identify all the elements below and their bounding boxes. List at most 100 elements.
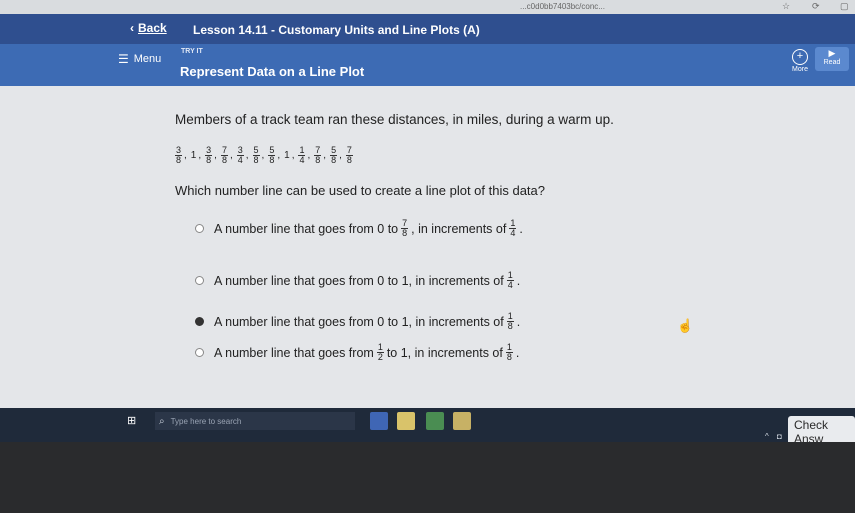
fraction: 12 [376, 343, 384, 362]
data-value: 78 [220, 146, 228, 165]
data-value: 14 [298, 146, 306, 165]
data-list: 38,1,38,78,34,58,58,1,14,78,58,78 [175, 146, 353, 165]
window-icon[interactable]: ▢ [840, 1, 849, 12]
chrome-app-icon[interactable] [426, 412, 444, 430]
chevron-left-icon: ‹ [130, 21, 134, 35]
denominator: 2 [377, 352, 383, 362]
denominator: 8 [221, 155, 227, 165]
option-text-part: , in increments of [411, 221, 507, 236]
radio-button[interactable] [195, 348, 204, 357]
denominator: 8 [402, 228, 408, 238]
fraction: 18 [506, 312, 514, 331]
activity-header: ☰ Menu TRY IT Represent Data on a Line P… [0, 44, 855, 86]
answer-option[interactable]: A number line that goes from 0 to 7 8, in … [195, 219, 523, 238]
data-value: 1 [284, 150, 290, 161]
answer-option[interactable]: A number line that goes from 0 to 1, in … [195, 271, 520, 290]
read-label: Read [823, 59, 841, 66]
data-value: 38 [205, 146, 213, 165]
separator: , [307, 150, 311, 161]
taskbar-search[interactable]: ⌕ Type here to search [155, 412, 355, 430]
data-value: 78 [314, 146, 322, 165]
radio-button[interactable] [195, 317, 204, 326]
separator: , [261, 150, 265, 161]
windows-start-icon[interactable]: ⊞ [127, 414, 139, 427]
denominator: 4 [299, 155, 305, 165]
search-placeholder: Type here to search [170, 416, 242, 426]
hand-cursor-icon: ☝ [677, 318, 694, 333]
taskbar-app-icon[interactable] [397, 412, 415, 430]
option-text-part: to 1, in increments of [386, 345, 503, 360]
option-text-part: . [515, 345, 520, 360]
question-text: Which number line can be used to create … [175, 183, 545, 198]
denominator: 4 [237, 155, 243, 165]
browser-toolbar: ...c0d0bb7403bc/conc... ☆ ⟳ ▢ [0, 0, 855, 14]
back-label: Back [138, 21, 167, 35]
option-text-part: A number line that goes from 0 to [214, 221, 399, 236]
radio-button[interactable] [195, 224, 204, 233]
denominator: 8 [269, 155, 275, 165]
radio-button[interactable] [195, 276, 204, 285]
more-button[interactable]: + More [788, 47, 812, 81]
option-text-part: . [519, 221, 523, 236]
more-label: More [792, 66, 808, 73]
separator: , [245, 150, 249, 161]
separator: , [198, 150, 202, 161]
option-text: A number line that goes from 0 to 7 8, in … [214, 219, 523, 238]
activity-title: Represent Data on a Line Plot [180, 64, 365, 79]
data-value: 1 [190, 150, 197, 161]
question-panel: Members of a track team ran these distan… [0, 86, 855, 408]
data-value: 38 [175, 146, 183, 165]
option-text: A number line that goes from 1 2 to 1, in i… [214, 343, 519, 362]
top-nav: ‹ Back Lesson 14.11 - Customary Units and… [0, 14, 855, 44]
taskbar: ⊞ ⌕ Type here to search ^ ◘ ▣ ◻ ▭ ◁ Chec… [0, 408, 855, 448]
separator: , [277, 150, 281, 161]
option-text-part: A number line that goes from [214, 345, 374, 360]
option-text-part: . [516, 273, 521, 288]
play-icon: ▶ [828, 48, 836, 58]
separator: , [323, 150, 327, 161]
taskbar-app-icon[interactable] [453, 412, 471, 430]
read-button[interactable]: ▶ Read [815, 47, 849, 71]
menu-button[interactable]: ☰ Menu [118, 52, 161, 66]
denominator: 8 [206, 155, 212, 165]
option-text-part: A number line that goes from 0 to 1, in … [214, 273, 504, 288]
fraction: 78 [401, 219, 409, 238]
data-value: 58 [330, 146, 338, 165]
fraction: 14 [506, 271, 514, 290]
data-value: 58 [268, 146, 276, 165]
hamburger-icon: ☰ [118, 52, 129, 66]
option-text: A number line that goes from 0 to 1, in … [214, 271, 520, 290]
denominator: 4 [510, 228, 516, 238]
separator: , [214, 150, 217, 161]
desk-surface [0, 442, 855, 513]
denominator: 4 [507, 280, 513, 290]
option-text-part: A number line that goes from 0 to 1, in … [214, 314, 504, 329]
data-value: 34 [236, 146, 244, 165]
denominator: 8 [176, 155, 182, 165]
search-icon: ⌕ [159, 415, 165, 427]
option-text-part: . [516, 314, 521, 329]
separator: , [291, 150, 295, 161]
answer-option[interactable]: A number line that goes from 0 to 1, in … [195, 312, 520, 331]
denominator: 8 [315, 155, 321, 165]
fraction: 18 [505, 343, 513, 362]
separator: , [229, 150, 233, 161]
section-label: TRY IT [181, 48, 203, 55]
plus-icon: + [792, 49, 808, 65]
extension-icon[interactable]: ⟳ [812, 1, 820, 12]
taskbar-app-icon[interactable] [370, 412, 388, 430]
data-value: 78 [345, 146, 353, 165]
menu-label: Menu [133, 53, 162, 65]
url-text[interactable]: ...c0d0bb7403bc/conc... [520, 2, 605, 11]
data-value: 58 [252, 146, 260, 165]
star-icon[interactable]: ☆ [782, 1, 790, 12]
denominator: 8 [507, 321, 513, 331]
answer-option[interactable]: A number line that goes from 1 2 to 1, in i… [195, 343, 519, 362]
back-link[interactable]: ‹ Back [130, 21, 167, 35]
separator: , [339, 150, 342, 161]
lesson-title: Lesson 14.11 - Customary Units and Line … [193, 23, 480, 37]
denominator: 8 [331, 155, 337, 165]
denominator: 8 [253, 155, 259, 165]
denominator: 8 [506, 352, 512, 362]
denominator: 8 [346, 155, 352, 165]
